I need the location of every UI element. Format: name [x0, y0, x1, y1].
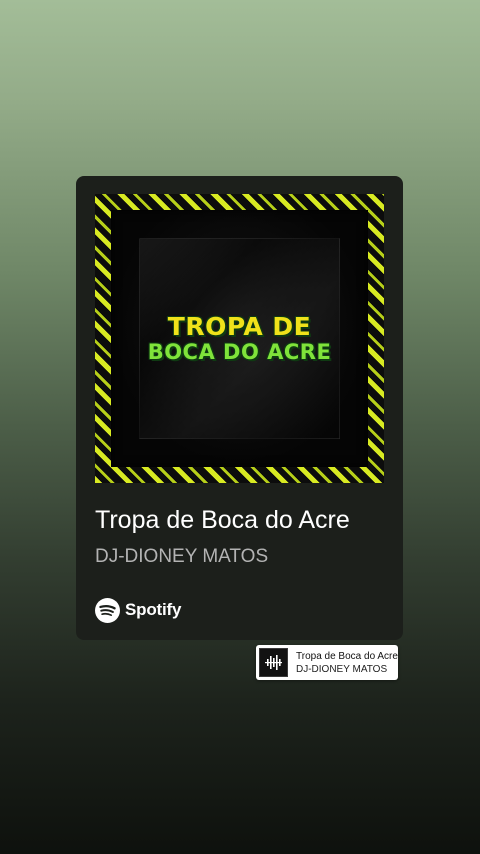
artwork-title-line2: BOCA DO ACRE	[147, 340, 332, 364]
sticker-title: Tropa de Boca do Acre	[296, 651, 398, 662]
album-artwork: TROPA DE BOCA DO ACRE	[95, 194, 384, 483]
spotify-icon	[95, 597, 120, 623]
spotify-wordmark: Spotify	[125, 600, 182, 619]
sticker-artist: DJ-DIONEY MATOS	[296, 664, 388, 675]
sound-wave-icon	[265, 655, 282, 670]
sticker-thumbnail	[259, 648, 288, 677]
artist-name: DJ-DIONEY MATOS	[95, 546, 269, 567]
artwork-title-line1: TROPA DE	[167, 312, 312, 341]
spotify-logo[interactable]: Spotify	[95, 597, 181, 623]
music-sticker[interactable]: Tropa de Boca do Acre DJ-DIONEY MATOS	[256, 645, 398, 680]
spotify-share-card[interactable]: TROPA DE BOCA DO ACRE Tropa de Boca do A…	[76, 176, 403, 640]
track-title: Tropa de Boca do Acre	[95, 506, 350, 534]
